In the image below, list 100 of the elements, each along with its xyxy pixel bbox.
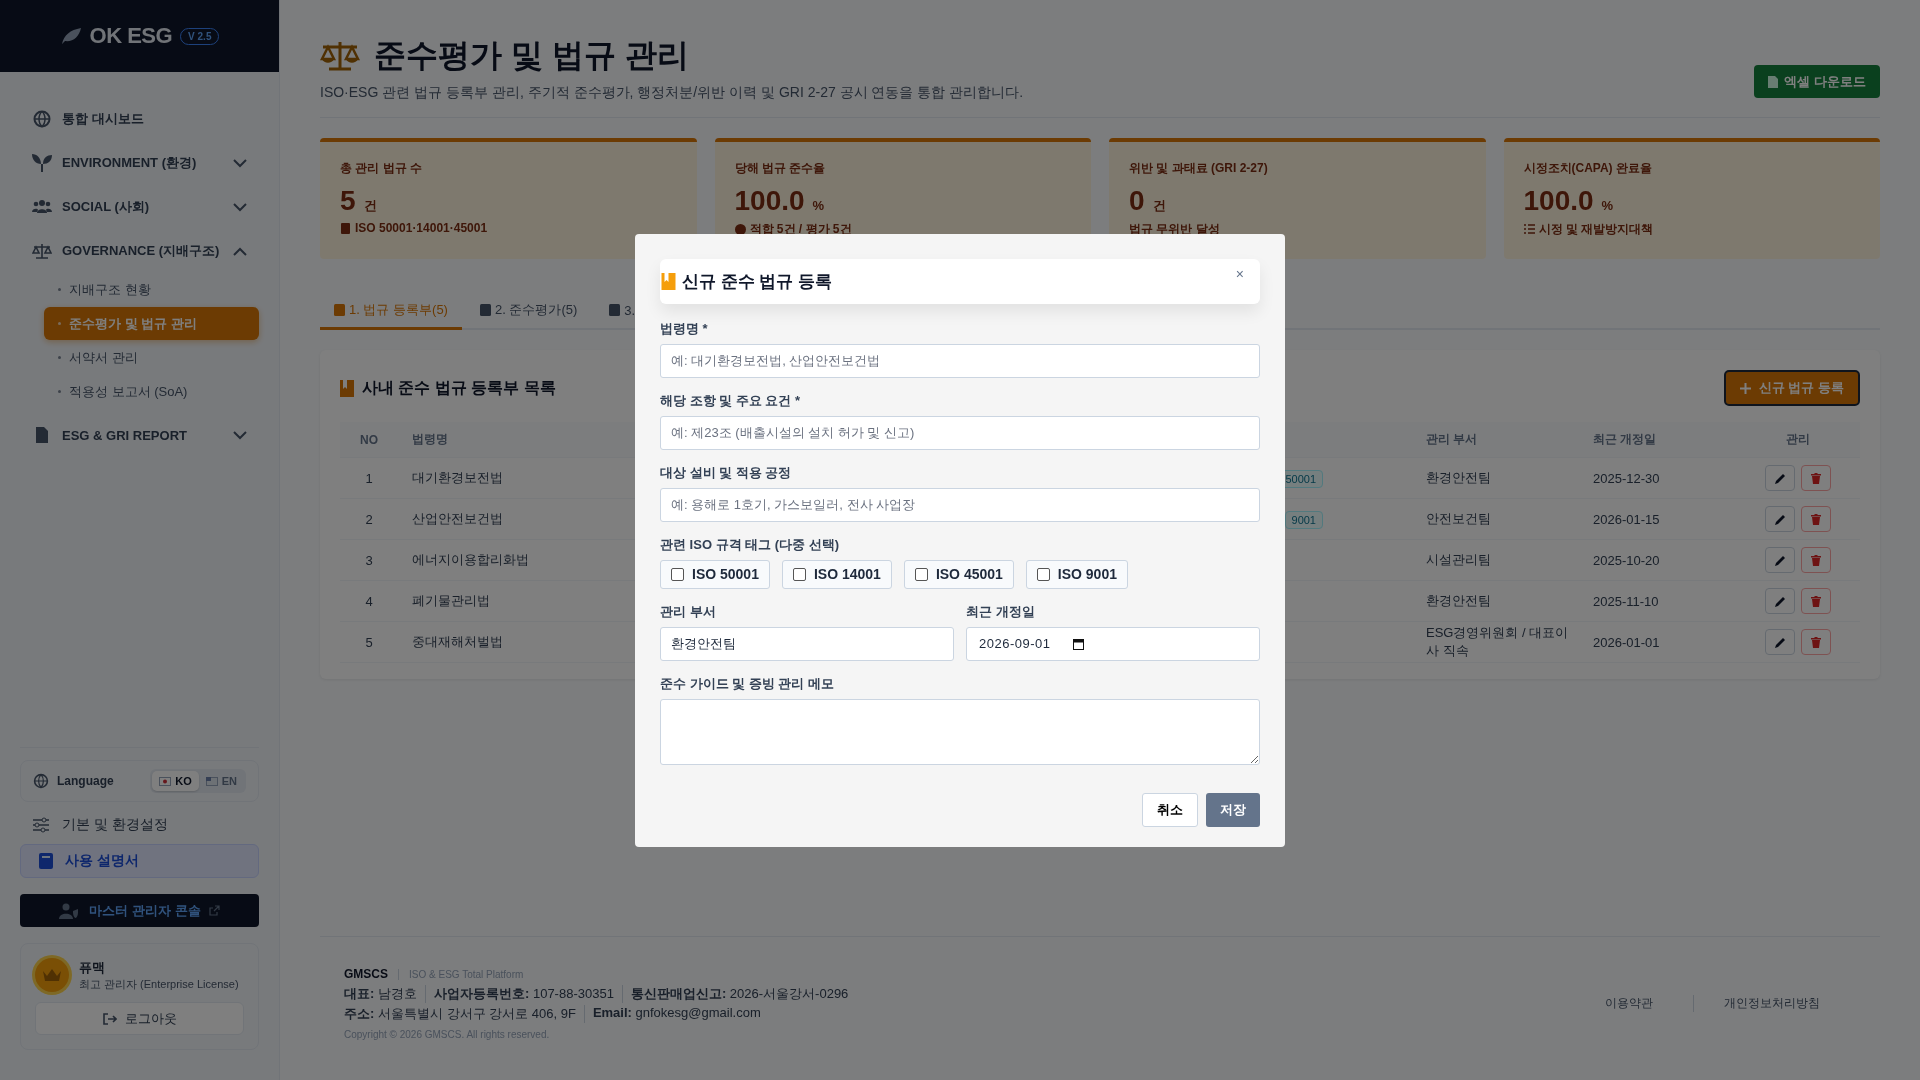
edit-button[interactable] (1765, 547, 1795, 573)
table-cell-text: 2025-10-20 (1592, 552, 1661, 568)
flag-icon (159, 776, 172, 786)
language-label: Language (57, 774, 115, 788)
stat-value: 100.0 (734, 185, 805, 217)
input-field[interactable]: 예: 용해로 1호기, 가스보일러, 전사 사업장 (660, 487, 1260, 522)
tab[interactable]: 3. (595, 293, 650, 330)
edit-button[interactable] (1765, 588, 1795, 614)
plus-icon (1739, 382, 1751, 394)
bullet-icon (58, 322, 61, 325)
footer-link[interactable]: 이용약관 (1605, 995, 1653, 1012)
save-button[interactable]: 저장 (1206, 792, 1260, 827)
memo-field[interactable] (660, 698, 1260, 765)
stat-icon (340, 222, 351, 234)
manual-button[interactable]: 사용 설명서 (20, 844, 259, 878)
submenu-item[interactable]: 지배구조 현황 (44, 273, 259, 306)
user-role: 최고 관리자 (Enterprise License) (79, 976, 239, 992)
table-cell-text: 환경안전팀 (1425, 592, 1492, 610)
iso-checkbox[interactable]: ISO 50001 (660, 559, 770, 589)
nav-item[interactable]: GOVERNANCE (지배구조) (20, 229, 259, 273)
table-cell-text: 2025-12-30 (1592, 470, 1661, 486)
logout-button[interactable]: 로그아웃 (35, 1002, 244, 1035)
table-cell-text: 대기환경보전법 (411, 469, 504, 487)
sliders-icon (32, 817, 50, 833)
stat-note: 시정 및 재발방지대책 (1538, 221, 1654, 238)
date-field[interactable]: 2026-09-01 (966, 626, 1260, 661)
footer-info: 통신판매업신고: 2026-서울강서-0296 (621, 985, 849, 1003)
language-option[interactable]: KO (152, 771, 199, 791)
table-cell-text: 환경안전팀 (1425, 469, 1492, 487)
column-header: 관리 부서 (1425, 431, 1479, 448)
language-option[interactable]: EN (198, 771, 244, 791)
master-console-button[interactable]: 마스터 관리자 콘솔 (20, 894, 259, 927)
field-label: 최근 개정일 (966, 602, 1036, 621)
table-cell-text: 폐기물관리법 (411, 592, 491, 610)
delete-button[interactable] (1801, 547, 1831, 573)
page-subtitle: ISO·ESG 관련 법규 등록부 관리, 주기적 준수평가, 행정처분/위반 이력 및 GRI 2-27 공시 연동을 통합 관리합니다. (320, 84, 1024, 102)
input-field[interactable]: 예: 대기환경보전법, 산업안전보건법 (660, 343, 1260, 378)
field-label: 법령명 * (660, 319, 709, 338)
table-cell-text: 1 (364, 470, 374, 486)
trash-icon (1811, 554, 1821, 566)
submenu-item[interactable]: 서약서 관리 (44, 341, 259, 374)
table-cell-text: 5 (364, 634, 374, 650)
tab[interactable]: 1. 법규 등록부(5) (320, 293, 462, 330)
table-cell-text: 4 (364, 593, 374, 609)
cancel-button[interactable]: 취소 (1142, 792, 1198, 827)
table-cell-text: 2026-01-15 (1592, 511, 1661, 527)
nav-item[interactable]: ENVIRONMENT (환경) (20, 141, 259, 185)
stat-value: 0 (1129, 185, 1145, 217)
trash-icon (1811, 472, 1821, 484)
delete-button[interactable] (1801, 465, 1831, 491)
input-field[interactable]: 예: 제23조 (배출시설의 설치 허가 및 신고) (660, 415, 1260, 450)
excel-download-button[interactable]: 엑셀 다운로드 (1754, 65, 1880, 98)
trash-icon (1811, 636, 1821, 648)
edit-button[interactable] (1765, 506, 1795, 532)
iso-tag: 9001 (1284, 510, 1323, 529)
field-label: 해당 조항 및 주요 요건 * (660, 391, 802, 410)
pencil-icon (1774, 554, 1786, 566)
logout-icon (102, 1012, 117, 1025)
iso-checkbox[interactable]: ISO 9001 (1025, 559, 1128, 589)
book-icon (39, 853, 53, 869)
table-cell-text: ESG경영위원회 / 대표이사 직속 (1425, 624, 1570, 660)
logo-text: OK ESG (89, 23, 173, 49)
nav-item[interactable]: 통합 대시보드 (20, 97, 259, 141)
iso-checkbox[interactable]: ISO 14001 (781, 559, 892, 589)
delete-button[interactable] (1801, 588, 1831, 614)
delete-button[interactable] (1801, 629, 1831, 655)
add-law-button[interactable]: 신규 법규 등록 (1723, 370, 1860, 406)
tab[interactable]: 2. 준수평가(5) (465, 293, 592, 330)
table-cell-text: 안전보건팀 (1425, 510, 1492, 528)
nav-icon (32, 198, 52, 216)
close-button[interactable]: × (1229, 264, 1250, 283)
nav-item[interactable]: SOCIAL (사회) (20, 185, 259, 229)
iso-checkbox[interactable]: ISO 45001 (903, 559, 1014, 589)
stat-label: 당해 법규 준수율 (734, 160, 827, 177)
field-label: 관련 ISO 규격 태그 (다중 선택) (660, 535, 841, 554)
pencil-icon (1774, 595, 1786, 607)
edit-button[interactable] (1765, 465, 1795, 491)
calendar-icon (1072, 637, 1084, 650)
edit-button[interactable] (1765, 629, 1795, 655)
stat-icon (734, 224, 746, 235)
table-cell-text: 중대재해처벌법 (411, 633, 504, 651)
tab-icon (479, 304, 491, 316)
stat-label: 총 관리 법규 수 (340, 160, 423, 177)
chevron-icon (233, 430, 247, 440)
submenu-item[interactable]: 적용성 보고서 (SoA) (44, 375, 259, 408)
pencil-icon (1774, 472, 1786, 484)
input-field[interactable]: 환경안전팀 (660, 626, 954, 661)
book-icon (661, 272, 676, 290)
submenu-item[interactable]: 준수평가 및 법규 관리 (44, 307, 259, 340)
nav-icon (32, 110, 52, 128)
delete-button[interactable] (1801, 506, 1831, 532)
footer-info: 주소: 서울특별시 강서구 강서로 406, 9F (344, 1005, 576, 1023)
column-header: 법령명 (411, 431, 449, 448)
avatar-icon (35, 958, 69, 992)
nav-item[interactable]: ESG & GRI REPORT (20, 413, 259, 457)
footer-info: 사업자등록번호: 107-88-30351 (424, 985, 614, 1003)
settings-link[interactable]: 기본 및 환경설정 (20, 802, 259, 844)
external-link-icon (208, 905, 220, 916)
footer-link[interactable]: 개인정보처리방침 (1693, 995, 1820, 1012)
stat-unit: 건 (363, 197, 377, 215)
